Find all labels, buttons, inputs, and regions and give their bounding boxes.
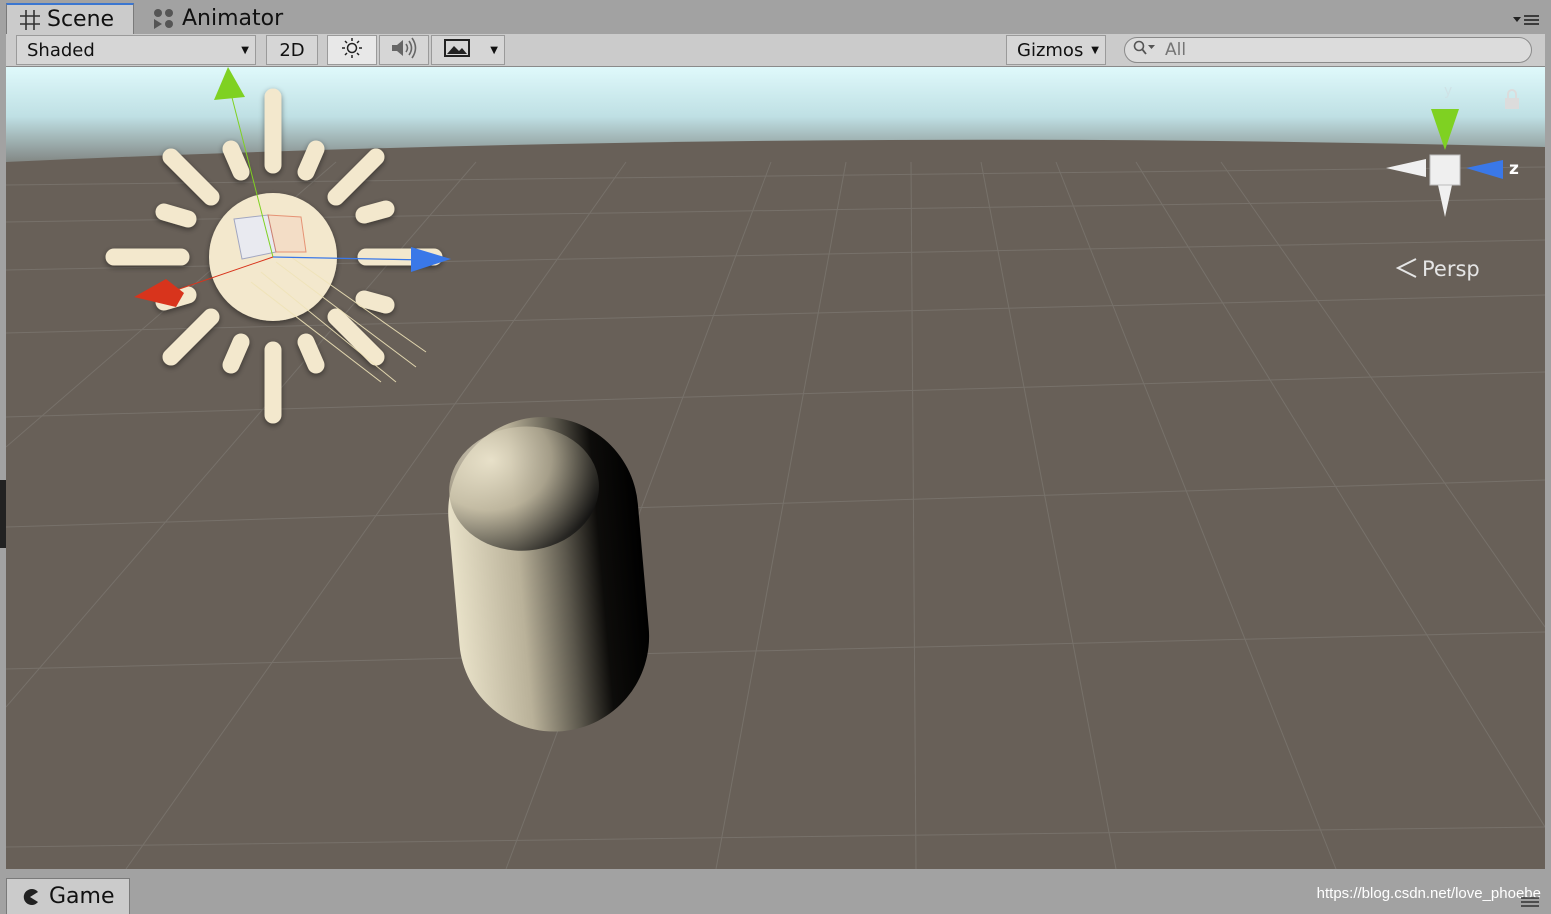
gizmos-label: Gizmos [1017,39,1084,61]
watermark-text: https://blog.csdn.net/love_phoebe [1316,885,1541,902]
search-input[interactable] [1163,39,1527,61]
sun-icon [341,37,363,64]
scene-audio-toggle[interactable] [379,35,429,65]
gizmos-dropdown[interactable]: Gizmos ▼ [1006,35,1106,65]
chevron-down-icon: ▼ [490,45,498,56]
shading-mode-dropdown[interactable]: Shaded ▼ [16,35,256,65]
grid-icon [19,9,41,31]
toggle-2d-label: 2D [279,39,305,61]
audio-icon [390,37,418,64]
scene-effects-dropdown[interactable]: ▼ [431,35,505,65]
tab-game[interactable]: Game [6,878,130,914]
scene-toolbar: Shaded ▼ 2D ▼ Gizmos ▼ [6,34,1545,67]
scene-viewport[interactable]: y z Persp [6,67,1545,869]
window-edge [0,480,6,548]
search-icon [1133,40,1157,60]
chevron-down-icon: ▼ [1091,45,1099,56]
scene-lighting-toggle[interactable] [327,35,377,65]
projection-label: Persp [1422,257,1480,281]
pacman-icon [21,888,39,906]
tab-animator-label: Animator [182,6,284,31]
axis-z-label: z [1509,159,1519,179]
tab-game-label: Game [49,884,115,909]
tab-animator[interactable]: Animator [150,3,310,34]
chevron-down-icon: ▼ [241,45,249,56]
image-icon [444,38,470,63]
tab-scene[interactable]: Scene [6,3,134,34]
toggle-2d-button[interactable]: 2D [266,35,318,65]
axis-y-label: y [1444,83,1452,99]
panel-menu-icon[interactable] [1521,893,1539,912]
panel-menu-icon[interactable] [1513,12,1539,31]
shading-mode-label: Shaded [27,39,95,61]
hierarchy-search[interactable] [1124,37,1532,63]
tab-scene-label: Scene [47,7,115,32]
tab-bar: Scene Animator [0,0,1551,34]
animator-icon [152,7,176,31]
